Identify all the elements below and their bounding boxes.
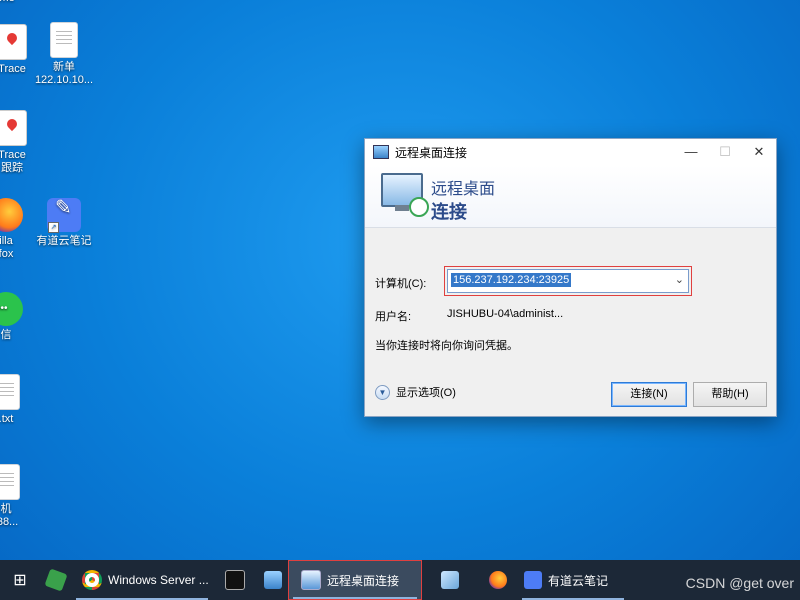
header-title-line1: 远程桌面 [431,181,496,198]
windows-logo-icon: ⊞ [13,572,27,589]
taskbar-item-app[interactable] [422,560,478,600]
show-options-toggle[interactable]: ▼ 显示选项(O) [375,384,456,400]
username-label: 用户名: [375,311,412,323]
desktop-label-line1: 机 [0,503,12,515]
document-icon [0,464,20,500]
network-icon [264,571,282,589]
close-button[interactable]: ✕ [742,139,776,165]
youdao-note-icon: ↗ [47,198,81,233]
credentials-note: 当你连接时将向你询问凭据。 [375,340,518,352]
desktop-icon-trace-1[interactable]: Trace [0,24,50,76]
chrome-icon [82,570,102,590]
remote-desktop-dialog: 远程桌面连接 — ☐ ✕ 远程桌面 连接 计算机(C): 156.237.192… [364,138,777,417]
text-file-icon [0,374,20,410]
taskbar-item-network[interactable] [258,560,288,600]
taskbar-item-cmd[interactable] [212,560,258,600]
terminal-icon [225,570,245,590]
trace-map-icon [0,110,27,146]
desktop-label-line1: 信 [0,329,12,341]
dialog-title: 远程桌面连接 [395,145,468,160]
taskbar-pinned-app[interactable] [40,560,72,600]
maximize-button: ☐ [719,144,731,159]
dialog-header: 远程桌面 连接 [365,165,776,228]
taskbar-item-youdao[interactable]: 有道云笔记 [518,560,628,600]
youdao-note-icon [524,571,542,589]
dialog-footer: ▼ 显示选项(O) 连接(N) 帮助(H) [365,372,776,416]
taskbar-item-firefox[interactable] [478,560,518,600]
desktop-icon-chrome[interactable]: ome [0,0,42,5]
chevron-down-icon[interactable]: ⌄ [675,273,684,286]
firefox-icon [489,571,507,589]
desktop-icon-trace-2[interactable]: Trace 跟踪 [0,110,50,175]
desktop-label-line2: .38... [0,516,19,528]
start-button[interactable]: ⊞ [0,560,40,600]
csdn-watermark: CSDN @get over [685,575,794,591]
expand-chevron-icon[interactable]: ▼ [375,384,390,400]
taskbar: ⊞ Windows Server ... 远程桌面连接 有道云笔记 CSDN @… [0,560,800,600]
computer-label: 计算机(C): [375,278,427,290]
taskbar-item-label: 有道云笔记 [548,573,609,588]
app-icon [44,568,68,592]
minimize-button[interactable]: — [674,139,708,165]
taskbar-item-remote-desktop[interactable]: 远程桌面连接 [288,560,422,600]
remote-desktop-monitor-icon [381,173,429,217]
desktop-label-line2: fox [0,248,14,260]
desktop-label-line1: Trace [0,149,26,161]
taskbar-item-label: Windows Server ... [108,573,209,587]
remote-desktop-icon [301,570,321,590]
desktop-label-line1: .txt [0,413,14,425]
header-title-line2: 连接 [431,202,467,222]
desktop-label-line1: 有道云笔记 [36,235,92,247]
help-button[interactable]: 帮助(H) [693,382,767,407]
document-icon [50,22,78,58]
desktop-label-line2: 跟踪 [1,162,23,174]
taskbar-item-chrome[interactable]: Windows Server ... [72,560,212,600]
app-icon [441,571,459,589]
remote-desktop-icon [373,145,389,159]
shortcut-arrow-icon: ↗ [48,222,59,233]
firefox-icon [0,198,23,232]
desktop-icon-wechat[interactable]: 信 [0,292,44,342]
computer-value[interactable]: 156.237.192.234:23925 [451,273,572,287]
computer-combobox[interactable]: 156.237.192.234:23925 ⌄ [444,266,692,296]
dialog-body: 计算机(C): 156.237.192.234:23925 ⌄ 用户名: JIS… [365,228,776,378]
taskbar-item-label: 远程桌面连接 [327,573,400,588]
connect-button[interactable]: 连接(N) [611,382,687,407]
desktop-icon-txt[interactable]: .txt [0,374,44,426]
chrome-partial-label: ome [0,0,42,5]
running-indicator [293,597,417,599]
desktop-icon-machine[interactable]: 机 .38... [0,464,44,529]
show-options-label[interactable]: 显示选项(O) [396,384,456,400]
username-value: JISHUBU-04\administ... [447,308,564,320]
desktop-icon-youdao[interactable]: ↗ 有道云笔记 [26,198,102,248]
trace-map-icon [0,24,27,60]
wechat-icon [0,292,23,326]
desktop-label-line1: Trace [0,63,26,75]
dialog-titlebar[interactable]: 远程桌面连接 — ☐ ✕ [365,139,776,165]
